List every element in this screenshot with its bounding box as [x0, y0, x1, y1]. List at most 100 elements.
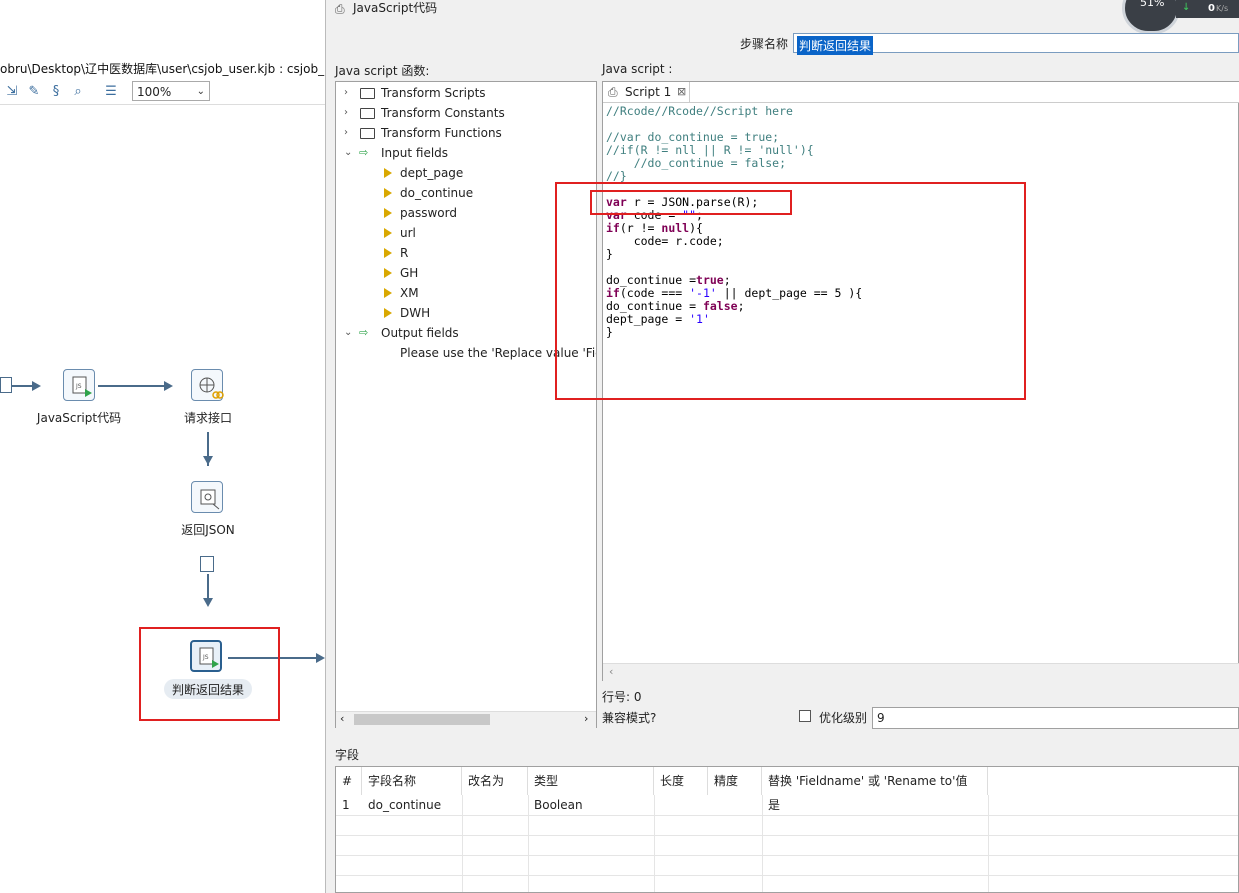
hop-arrow-icon: [164, 381, 173, 391]
table-cell[interactable]: do_continue: [362, 795, 441, 815]
download-arrow-icon: ↓: [1182, 2, 1191, 13]
table-cell[interactable]: Boolean: [528, 795, 583, 815]
scrollbar-thumb[interactable]: [354, 714, 490, 725]
script-label: Java script :: [602, 62, 673, 76]
grid-line: [528, 795, 529, 892]
chevron-down-icon[interactable]: ⌄: [344, 143, 354, 163]
annotation-box: [139, 627, 280, 721]
svg-text:JS: JS: [75, 383, 82, 390]
grid-line: [336, 815, 1238, 816]
script-icon: ⎙: [335, 2, 345, 16]
verify-icon[interactable]: ✎: [26, 84, 42, 100]
step-name-input[interactable]: 判断返回结果: [793, 33, 1239, 55]
column-header[interactable]: 精度: [708, 767, 762, 795]
hop-line[interactable]: [98, 385, 168, 387]
tab-script-1[interactable]: ⎙ Script 1 ⊠: [603, 82, 690, 102]
step-label: JavaScript代码: [36, 411, 122, 425]
hop-arrow-icon: [203, 598, 213, 607]
optimization-label: 优化级别: [819, 711, 868, 725]
folder-icon: [360, 128, 375, 139]
tree-label: do_continue: [400, 186, 474, 200]
field-icon: [384, 268, 392, 278]
field-icon: [384, 228, 392, 238]
tree-label: DWH: [400, 306, 431, 320]
tree-label: Transform Scripts: [381, 86, 486, 100]
table-cell[interactable]: 是: [762, 795, 780, 815]
tree-scrollbar[interactable]: ‹ ›: [336, 711, 596, 728]
code-line: //do_continue = false;: [606, 156, 787, 170]
chevron-down-icon[interactable]: ⌄: [344, 323, 354, 343]
tree-label: dept_page: [400, 166, 464, 180]
layout-icon[interactable]: ☰: [103, 84, 119, 100]
chevron-right-icon[interactable]: ›: [344, 83, 354, 103]
speed-percent: 51%: [1140, 0, 1165, 9]
javascript-step-icon[interactable]: JS: [63, 369, 95, 401]
grid-line: [462, 795, 463, 892]
column-header[interactable]: 字段名称: [362, 767, 462, 795]
tree-label: Input fields: [381, 146, 449, 160]
script-icon[interactable]: §: [48, 84, 64, 100]
tree-label: Output fields: [381, 326, 459, 340]
tree-label: Transform Functions: [381, 126, 502, 140]
field-icon: [384, 288, 392, 298]
output-fields-icon: ⇨: [359, 326, 369, 339]
preview-icon[interactable]: ⌕: [70, 84, 86, 100]
editor-scrollbar[interactable]: ‹: [603, 663, 1239, 681]
copy-rows-icon: [0, 377, 12, 393]
field-icon: [384, 248, 392, 258]
line-number-label: 行号: 0: [602, 690, 642, 704]
step-name-value: 判断返回结果: [797, 36, 874, 55]
optimization-level-input[interactable]: 9: [872, 707, 1239, 729]
tree-label: R: [400, 246, 409, 260]
hop-arrow-icon: [316, 653, 325, 663]
tree-label: GH: [400, 266, 419, 280]
zoom-select[interactable]: 100% ⌄: [132, 81, 210, 101]
code-line: //Rcode//Rcode//Script here: [606, 104, 793, 118]
step-label: 请求接口: [183, 411, 232, 425]
column-header[interactable]: 类型: [528, 767, 654, 795]
compat-mode-checkbox[interactable]: [799, 710, 811, 722]
scroll-right-icon[interactable]: ›: [584, 712, 588, 725]
column-header[interactable]: 替换 'Fieldname' 或 'Rename to'值: [762, 767, 988, 795]
tree-label: XM: [400, 286, 419, 300]
column-header[interactable]: #: [336, 767, 362, 795]
field-icon: [384, 308, 392, 318]
copy-rows-icon: [200, 556, 214, 572]
chevron-right-icon[interactable]: ›: [344, 103, 354, 123]
grid-line: [336, 875, 1238, 876]
folder-icon: [360, 88, 375, 99]
tree-label: url: [400, 226, 416, 240]
field-icon: [384, 168, 392, 178]
functions-tree[interactable]: › Transform Scripts › Transform Constant…: [335, 81, 597, 728]
folder-icon: [360, 108, 375, 119]
json-output-step-icon[interactable]: [191, 481, 223, 513]
zoom-value: 100%: [137, 85, 172, 99]
tree-label: Transform Constants: [381, 106, 505, 120]
align-icon[interactable]: ⇲: [4, 84, 20, 100]
file-path-text: obru\Desktop\辽中医数据库\user\csjob_user.kjb …: [0, 62, 326, 76]
tree-label: password: [400, 206, 457, 220]
transformation-canvas[interactable]: [0, 0, 326, 893]
chevron-right-icon[interactable]: ›: [344, 123, 354, 143]
speed-value: 0: [1208, 3, 1215, 14]
tab-label: Script 1: [625, 85, 672, 99]
compat-mode-label: 兼容模式?: [602, 711, 657, 725]
fields-label: 字段: [335, 748, 360, 762]
column-header[interactable]: 长度: [654, 767, 708, 795]
network-speed-widget: 51% ↓ 0 K/s: [1120, 0, 1239, 34]
grid-line: [336, 855, 1238, 856]
tab-strip: [603, 82, 1239, 103]
scroll-left-icon[interactable]: ‹: [340, 712, 344, 725]
field-icon: [384, 208, 392, 218]
fields-table[interactable]: # 字段名称 改名为 类型 长度 精度 替换 'Fieldname' 或 'Re…: [335, 766, 1239, 893]
scroll-left-icon[interactable]: ‹: [609, 665, 613, 678]
rest-client-step-icon[interactable]: [191, 369, 224, 401]
close-icon[interactable]: ⊠: [677, 82, 686, 102]
dialog-title: JavaScript代码: [353, 1, 438, 15]
chevron-down-icon: ⌄: [196, 86, 205, 97]
input-fields-icon: ⇨: [359, 146, 369, 159]
file-path-tab[interactable]: obru\Desktop\辽中医数据库\user\csjob_user.kjb …: [0, 58, 326, 81]
step-name-label: 步骤名称: [740, 37, 789, 51]
column-header[interactable]: 改名为: [462, 767, 528, 795]
table-cell: 1: [342, 798, 350, 812]
